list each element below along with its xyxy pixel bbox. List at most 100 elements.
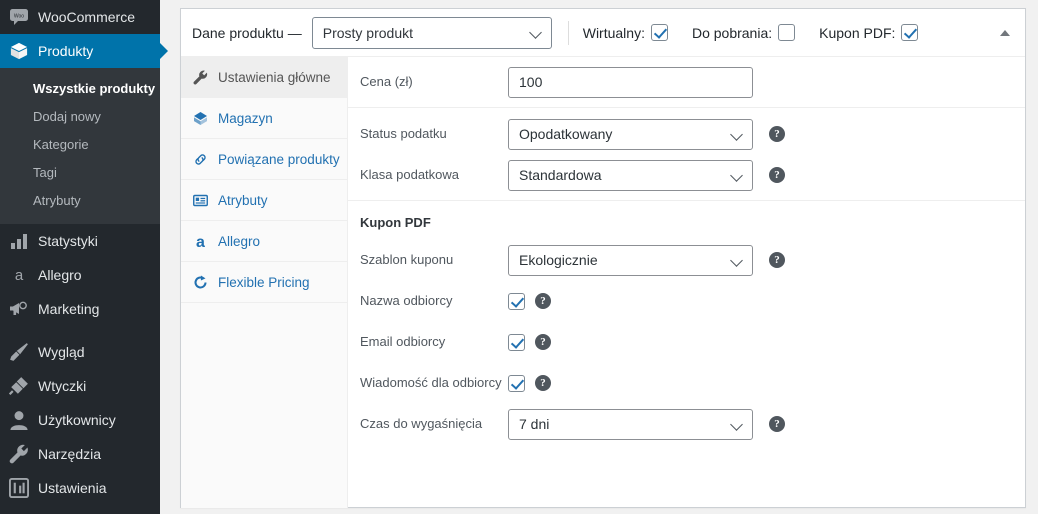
price-row: Cena (zł) 100 bbox=[348, 66, 1025, 98]
tax-status-select[interactable]: Opodatkowany bbox=[508, 118, 753, 150]
products-box-icon bbox=[9, 41, 29, 61]
field-divider bbox=[348, 107, 1025, 108]
tab-label: Flexible Pricing bbox=[218, 274, 310, 290]
recipient-email-field: ? bbox=[508, 333, 551, 351]
wrench-icon bbox=[9, 444, 28, 464]
tab-flexible-pricing[interactable]: Flexible Pricing bbox=[181, 262, 347, 303]
sidebar-item-label: Allegro bbox=[38, 267, 82, 283]
coupon-template-row: Szablon kuponu Ekologicznie ? bbox=[348, 244, 1025, 276]
chevron-down-icon bbox=[731, 128, 744, 141]
general-settings-fields: Cena (zł) 100 Status podatku Opodatkowan… bbox=[348, 57, 1025, 508]
coupon-template-help-icon[interactable]: ? bbox=[769, 252, 785, 268]
plug-icon bbox=[9, 377, 28, 396]
tax-status-value: Opodatkowany bbox=[519, 126, 613, 142]
sidebar-item-label: Wygląd bbox=[38, 344, 85, 360]
tax-class-label: Klasa podatkowa bbox=[360, 167, 460, 182]
svg-text:Woo: Woo bbox=[14, 14, 24, 20]
recipient-message-help-icon[interactable]: ? bbox=[535, 375, 551, 391]
settings-sliders-icon bbox=[9, 478, 29, 498]
downloadable-checkbox[interactable] bbox=[778, 24, 796, 41]
sidebar-item-marketing[interactable]: Marketing bbox=[0, 292, 160, 326]
recipient-name-help-icon[interactable]: ? bbox=[535, 293, 551, 309]
section-divider bbox=[348, 200, 1025, 201]
sidebar-item-woocommerce[interactable]: Woo WooCommerce bbox=[0, 0, 160, 34]
sidebar-item-label: Produkty bbox=[38, 43, 94, 59]
svg-text:a: a bbox=[196, 234, 205, 249]
sidebar-item-wyglad[interactable]: Wygląd bbox=[0, 335, 160, 369]
chevron-down-icon bbox=[731, 254, 744, 267]
tax-class-select[interactable]: Standardowa bbox=[508, 159, 753, 191]
pdf-coupon-checkbox-row[interactable]: Kupon PDF: bbox=[819, 24, 919, 41]
expiry-row: Czas do wygaśnięcia 7 dni ? bbox=[348, 408, 1025, 440]
inventory-box-icon bbox=[191, 109, 209, 127]
kupon-pdf-section-title: Kupon PDF bbox=[360, 215, 431, 230]
tab-label: Magazyn bbox=[218, 110, 273, 126]
tab-allegro[interactable]: a Allegro bbox=[181, 221, 347, 262]
expiry-label: Czas do wygaśnięcia bbox=[360, 416, 483, 431]
tab-powiazane-produkty[interactable]: Powiązane produkty bbox=[181, 139, 347, 180]
recipient-name-checkbox[interactable] bbox=[508, 292, 525, 310]
chevron-down-icon bbox=[530, 26, 543, 39]
recipient-email-row: Email odbiorcy ? bbox=[348, 326, 1025, 358]
expiry-select[interactable]: 7 dni bbox=[508, 408, 753, 440]
sidebar-item-label: Wtyczki bbox=[38, 378, 87, 394]
recipient-message-field: ? bbox=[508, 374, 551, 392]
refresh-circle-icon bbox=[191, 273, 209, 291]
sidebar-item-produkty[interactable]: Produkty bbox=[0, 34, 168, 68]
tab-label: Ustawienia główne bbox=[218, 69, 331, 85]
tax-class-value: Standardowa bbox=[519, 167, 602, 183]
user-icon bbox=[10, 411, 28, 430]
recipient-name-row: Nazwa odbiorcy ? bbox=[348, 285, 1025, 317]
expiry-help-icon[interactable]: ? bbox=[769, 416, 785, 432]
recipient-message-label: Wiadomość dla odbiorcy bbox=[360, 375, 502, 390]
svg-text:a: a bbox=[15, 267, 24, 283]
virtual-checkbox-row[interactable]: Wirtualny: bbox=[583, 24, 668, 41]
pdf-coupon-checkbox[interactable] bbox=[901, 24, 919, 41]
wrench-icon bbox=[191, 68, 209, 86]
pdf-coupon-label: Kupon PDF: bbox=[819, 24, 896, 41]
sidebar-subitem-kategorie[interactable]: Kategorie bbox=[0, 131, 160, 159]
sidebar-subitem-atrybuty[interactable]: Atrybuty bbox=[0, 187, 160, 215]
current-menu-arrow bbox=[160, 43, 168, 59]
price-label: Cena (zł) bbox=[360, 74, 413, 89]
sidebar-item-label: Marketing bbox=[38, 301, 100, 317]
price-input[interactable]: 100 bbox=[508, 66, 753, 98]
tax-class-help-icon[interactable]: ? bbox=[769, 167, 785, 183]
sidebar-item-wtyczki[interactable]: Wtyczki bbox=[0, 369, 160, 403]
product-type-select[interactable]: Prosty produkt bbox=[311, 16, 552, 49]
sidebar-subitem-dodaj-nowy[interactable]: Dodaj nowy bbox=[0, 103, 160, 131]
sidebar-item-ustawienia[interactable]: Ustawienia bbox=[0, 471, 160, 505]
tab-ustawienia-glowne[interactable]: Ustawienia główne bbox=[181, 57, 347, 98]
collapse-toggle-button[interactable] bbox=[996, 24, 1014, 42]
admin-sidebar: Woo WooCommerce Produkty Wszystkie produ… bbox=[0, 0, 168, 514]
recipient-message-checkbox[interactable] bbox=[508, 374, 525, 392]
sidebar-item-statystyki[interactable]: Statystyki bbox=[0, 224, 160, 258]
virtual-checkbox[interactable] bbox=[650, 24, 668, 41]
tab-magazyn[interactable]: Magazyn bbox=[181, 98, 347, 139]
sidebar-subitem-wszystkie-produkty[interactable]: Wszystkie produkty bbox=[0, 75, 160, 103]
sidebar-item-uzytkownicy[interactable]: Użytkownicy bbox=[0, 403, 160, 437]
downloadable-checkbox-row[interactable]: Do pobrania: bbox=[692, 24, 796, 41]
sidebar-item-allegro[interactable]: a Allegro bbox=[0, 258, 160, 292]
recipient-email-help-icon[interactable]: ? bbox=[535, 334, 551, 350]
tax-class-row: Klasa podatkowa Standardowa ? bbox=[348, 159, 1025, 191]
product-data-body: Ustawienia główne Magazyn Powiązane prod… bbox=[181, 57, 1025, 508]
recipient-name-field: ? bbox=[508, 292, 551, 310]
virtual-label: Wirtualny: bbox=[582, 24, 645, 41]
tab-label: Powiązane produkty bbox=[218, 151, 340, 167]
sidebar-item-label: Ustawienia bbox=[38, 480, 107, 496]
produkty-submenu: Wszystkie produkty Dodaj nowy Kategorie … bbox=[0, 68, 160, 224]
product-data-metabox: Dane produktu — Prosty produkt Wirtualny… bbox=[180, 8, 1026, 508]
tab-atrybuty[interactable]: Atrybuty bbox=[181, 180, 347, 221]
coupon-template-select[interactable]: Ekologicznie bbox=[508, 244, 753, 276]
chevron-down-icon bbox=[731, 169, 744, 182]
attributes-list-icon bbox=[191, 191, 209, 209]
recipient-message-row: Wiadomość dla odbiorcy ? bbox=[348, 367, 1025, 399]
recipient-email-checkbox[interactable] bbox=[508, 333, 525, 351]
sidebar-subitem-tagi[interactable]: Tagi bbox=[0, 159, 160, 187]
sidebar-item-narzedzia[interactable]: Narzędzia bbox=[0, 437, 160, 471]
tax-status-help-icon[interactable]: ? bbox=[769, 126, 785, 142]
sidebar-item-label: Narzędzia bbox=[38, 446, 102, 462]
tax-status-label: Status podatku bbox=[360, 126, 447, 141]
recipient-email-label: Email odbiorcy bbox=[360, 334, 446, 349]
